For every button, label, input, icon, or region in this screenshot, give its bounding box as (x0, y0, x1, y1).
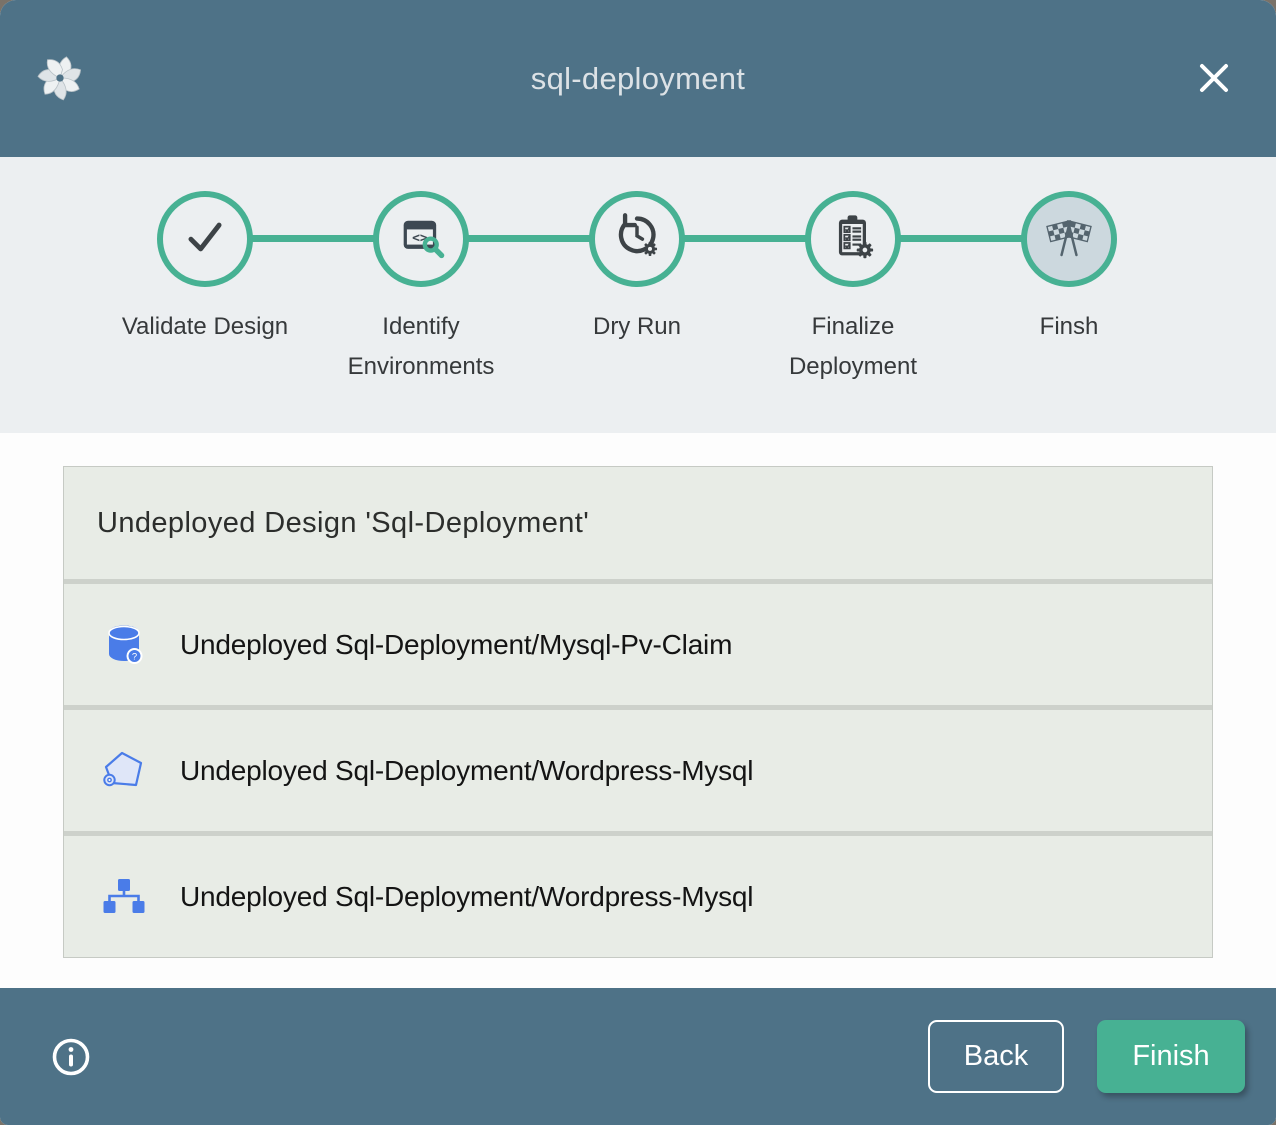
wizard-stepper: Validate Design <> (0, 157, 1276, 433)
pentagon-badge-icon (100, 747, 148, 795)
history-gear-icon (611, 211, 663, 268)
step-label: Dry Run (593, 307, 681, 347)
checkered-flags-icon (1042, 210, 1096, 269)
undeployed-item-text: Undeployed Sql-Deployment/Wordpress-Mysq… (180, 881, 753, 913)
design-status-text: Undeployed Design 'Sql-Deployment' (97, 507, 589, 540)
undeployed-item-text: Undeployed Sql-Deployment/Wordpress-Mysq… (180, 755, 753, 787)
checklist-gear-icon (827, 211, 879, 268)
wizard-body: Undeployed Design 'Sql-Deployment' ? Und… (0, 433, 1276, 988)
undeployed-item-text: Undeployed Sql-Deployment/Mysql-Pv-Claim (180, 629, 732, 661)
list-item: Undeployed Sql-Deployment/Wordpress-Mysq… (64, 710, 1212, 831)
step-circle: <> (373, 191, 469, 287)
step-label: Finalize Deployment (748, 307, 958, 387)
back-button[interactable]: Back (928, 1020, 1064, 1093)
finish-button[interactable]: Finish (1097, 1020, 1245, 1093)
close-icon[interactable] (1194, 58, 1234, 98)
code-wrench-icon: <> (395, 211, 447, 268)
step-circle (589, 191, 685, 287)
list-item: Undeployed Sql-Deployment/Wordpress-Mysq… (64, 836, 1212, 957)
step-label: Finsh (1040, 307, 1099, 347)
step-circle (157, 191, 253, 287)
list-item: Undeployed Design 'Sql-Deployment' (64, 467, 1212, 579)
svg-text:?: ? (132, 651, 137, 662)
step-finish[interactable]: Finsh (961, 157, 1177, 387)
dialog-titlebar: sql-deployment (0, 0, 1276, 157)
step-dry-run[interactable]: Dry Run (529, 157, 745, 387)
info-icon[interactable] (50, 1036, 92, 1078)
list-item: ? Undeployed Sql-Deployment/Mysql-Pv-Cla… (64, 584, 1212, 705)
dialog-title: sql-deployment (0, 61, 1276, 97)
dialog-footer: Back Finish (0, 988, 1276, 1125)
check-icon (179, 211, 231, 268)
step-finalize-deployment[interactable]: Finalize Deployment (745, 157, 961, 387)
step-circle (805, 191, 901, 287)
step-identify-environments[interactable]: <> Identify Environments (313, 157, 529, 387)
orgchart-icon (100, 873, 148, 921)
step-label: Identify Environments (316, 307, 526, 387)
deployment-wizard-dialog: sql-deployment Validate Design (0, 0, 1276, 1125)
undeployed-items-list: Undeployed Design 'Sql-Deployment' ? Und… (63, 466, 1213, 958)
step-circle (1021, 191, 1117, 287)
database-question-icon: ? (100, 621, 148, 669)
step-validate-design[interactable]: Validate Design (97, 157, 313, 387)
step-label: Validate Design (122, 307, 288, 347)
